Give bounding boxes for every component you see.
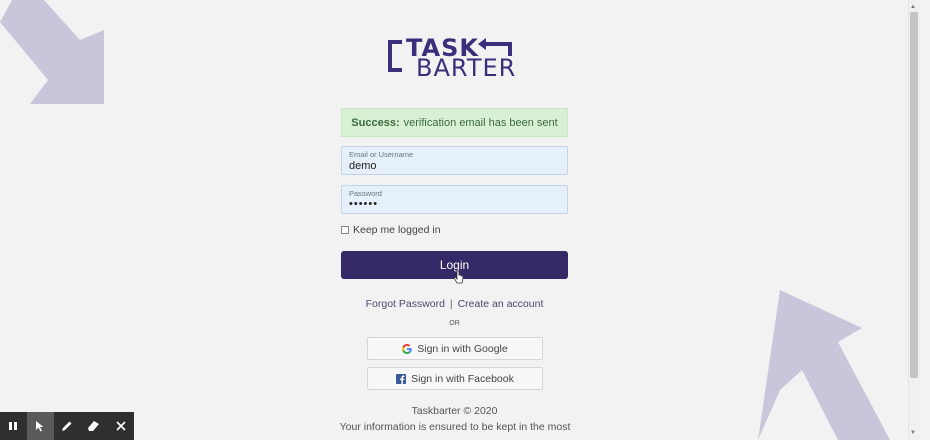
annotation-toolbar [0,412,134,440]
facebook-signin-button[interactable]: Sign in with Facebook [367,367,543,390]
google-icon [402,343,413,354]
account-links: Forgot Password | Create an account [341,298,568,310]
keep-logged-in-checkbox[interactable] [341,226,349,234]
password-field[interactable]: Password •••••• [341,185,568,214]
or-divider: OR [449,320,460,327]
eraser-icon[interactable] [80,412,107,440]
scroll-up-icon[interactable]: ▲ [910,4,916,10]
keep-logged-in-label: Keep me logged in [353,224,441,236]
logo-text-barter: BARTER [416,54,517,82]
mouse-cursor-icon [454,270,464,284]
pointer-icon[interactable] [26,412,54,440]
pen-icon[interactable] [54,412,81,440]
decor-arrow-top-left-icon [0,0,112,108]
scroll-down-icon[interactable]: ▼ [910,430,916,436]
password-field-label: Password [349,189,382,198]
facebook-signin-label: Sign in with Facebook [411,372,514,385]
email-field[interactable]: Email or Username demo [341,146,568,175]
taskbarter-logo: TASK BARTER [388,36,522,80]
create-account-link[interactable]: Create an account [458,298,544,310]
footer-copyright: Taskbarter © 2020 [411,405,498,417]
google-signin-label: Sign in with Google [417,342,508,355]
success-alert: Success: verification email has been sen… [341,108,568,137]
footer-info: Your information is ensured to be kept i… [339,421,571,433]
keep-logged-in[interactable]: Keep me logged in [341,224,441,236]
facebook-icon [396,373,407,384]
scrollbar-thumb[interactable] [910,12,918,378]
decor-arrow-bottom-right-icon [758,290,908,440]
alert-strong-label: Success: [351,116,400,129]
pause-icon[interactable] [0,412,27,440]
email-field-value: demo [349,160,377,172]
close-icon[interactable] [107,412,134,440]
password-field-value: •••••• [349,198,379,210]
alert-message: verification email has been sent [403,116,558,129]
email-field-label: Email or Username [349,150,414,159]
google-signin-button[interactable]: Sign in with Google [367,337,543,360]
links-separator: | [449,298,453,310]
forgot-password-link[interactable]: Forgot Password [366,298,445,310]
